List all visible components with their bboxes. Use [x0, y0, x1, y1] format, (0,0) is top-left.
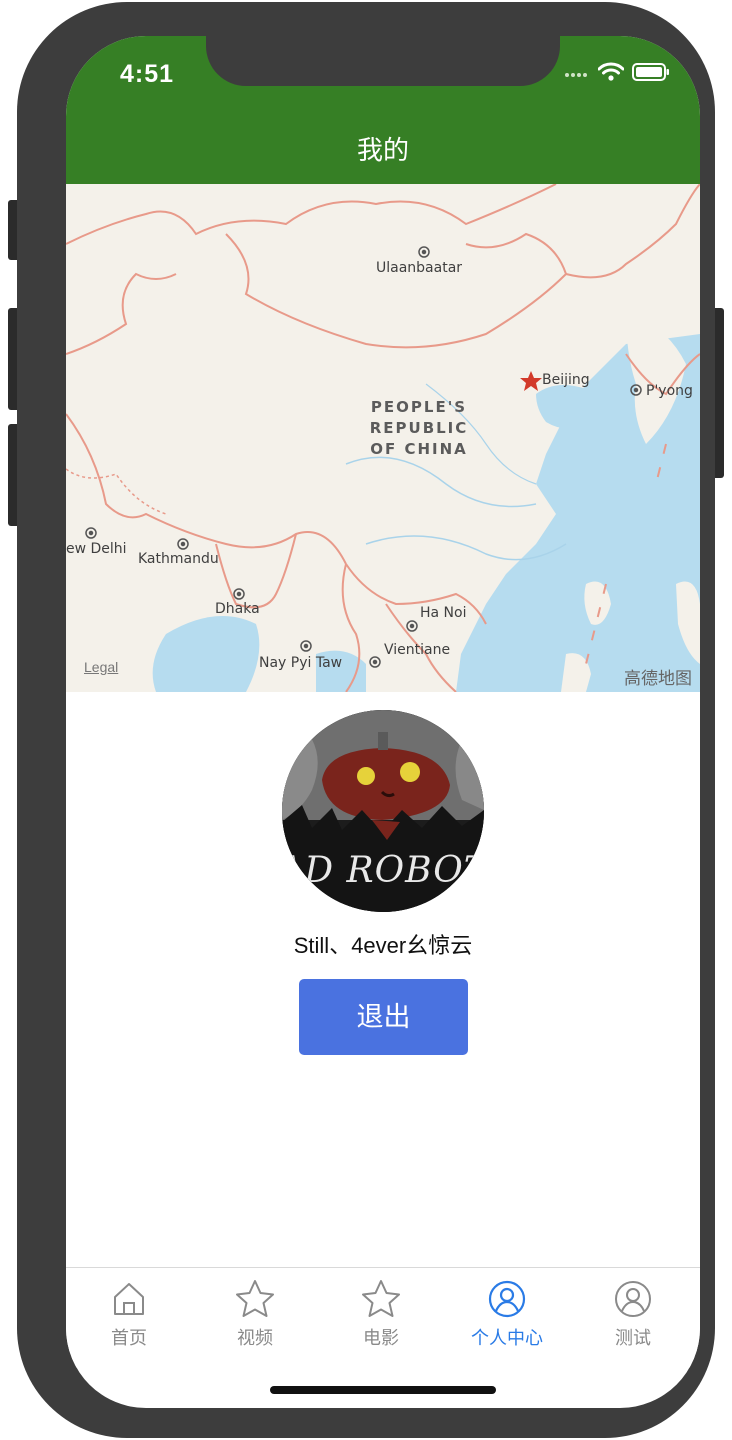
country-line-1: PEOPLE'S: [370, 398, 468, 416]
star-icon: [236, 1280, 274, 1317]
battery-icon: [632, 62, 670, 87]
map-legal-link[interactable]: Legal: [84, 659, 118, 675]
avatar-text: AD ROBOT: [282, 850, 484, 891]
tab-profile[interactable]: 个人中心: [444, 1278, 570, 1350]
screen: 4:51 我的 Ulaanbaatar Beijing P'yong PEOPL…: [66, 36, 700, 1408]
home-indicator[interactable]: [270, 1386, 496, 1394]
tab-test[interactable]: 测试: [570, 1278, 696, 1350]
map-view[interactable]: Ulaanbaatar Beijing P'yong PEOPLE'S REPU…: [66, 184, 700, 692]
map-label-kathmandu: Kathmandu: [138, 551, 219, 567]
logout-button[interactable]: 退出: [299, 979, 468, 1055]
country-line-2: REPUBLIC: [369, 419, 469, 437]
tab-video[interactable]: 视频: [192, 1278, 318, 1350]
map-label-dhaka: Dhaka: [215, 601, 260, 617]
user-icon: [488, 1280, 526, 1318]
home-icon: [114, 1283, 144, 1315]
user-icon: [615, 1281, 651, 1317]
tab-home[interactable]: 首页: [66, 1278, 192, 1350]
page-title: 我的: [356, 135, 409, 165]
tab-test-label: 测试: [615, 1328, 651, 1348]
tab-bar: 首页 视频 电影 个人中心 测试: [66, 1267, 700, 1368]
star-icon: [362, 1280, 400, 1317]
tab-profile-label: 个人中心: [471, 1328, 543, 1348]
status-icons: [564, 62, 670, 87]
map-attribution: 高德地图: [624, 669, 692, 688]
avatar: AD ROBOT: [282, 710, 484, 912]
tab-movie-label: 电影: [363, 1328, 399, 1348]
map-label-naypyitaw: Nay Pyi Taw: [259, 655, 343, 671]
wifi-icon: [597, 62, 625, 87]
nav-header: 4:51 我的: [66, 36, 700, 184]
map-country-label: PEOPLE'S REPUBLIC OF CHINA: [349, 397, 489, 460]
map-label-ulaanbaatar: Ulaanbaatar: [376, 260, 463, 276]
tab-movie[interactable]: 电影: [318, 1278, 444, 1350]
avatar-image: AD ROBOT: [282, 710, 484, 912]
map-label-hanoi: Ha Noi: [420, 605, 467, 621]
map-label-pyongyang: P'yong: [646, 383, 693, 399]
device-frame: 4:51 我的 Ulaanbaatar Beijing P'yong PEOPL…: [17, 2, 715, 1438]
map-label-beijing: Beijing: [542, 372, 590, 388]
signal-dots-icon: [564, 66, 590, 84]
status-time: 4:51: [120, 60, 175, 88]
tab-home-label: 首页: [111, 1328, 147, 1348]
tab-video-label: 视频: [237, 1328, 273, 1348]
map-label-vientiane: Vientiane: [384, 642, 451, 658]
notch: [206, 36, 560, 86]
username: Still、4ever幺惊云: [293, 933, 473, 958]
map-label-new-delhi: ew Delhi: [66, 541, 127, 557]
country-line-3: OF CHINA: [370, 440, 468, 458]
